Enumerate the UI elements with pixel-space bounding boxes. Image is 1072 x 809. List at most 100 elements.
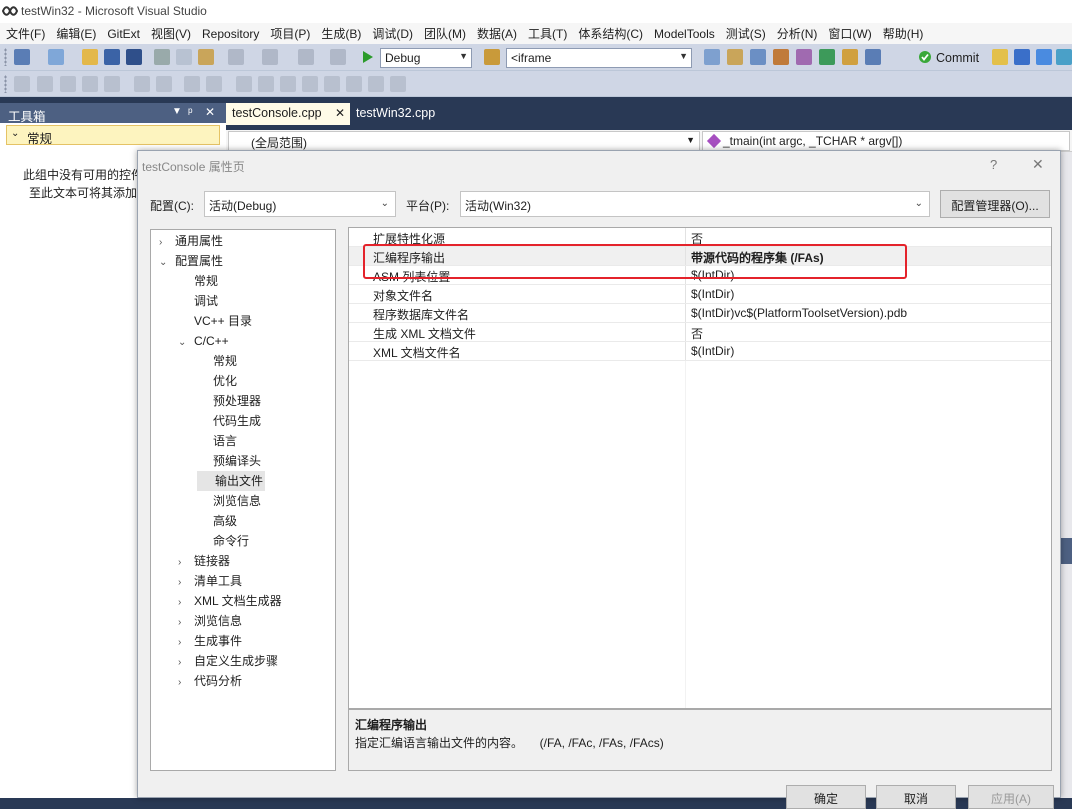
comment-out-icon[interactable] xyxy=(184,76,200,92)
chevron-right-icon[interactable]: › xyxy=(178,613,190,633)
menu-item[interactable]: 调试(D) xyxy=(366,25,418,42)
tree-node[interactable]: 预编译头 xyxy=(197,451,261,471)
toolbox-group-general[interactable]: ⌄ 常规 xyxy=(6,125,220,146)
menu-item[interactable]: ModelTools xyxy=(648,27,720,41)
commit-button[interactable]: Commit xyxy=(936,51,979,65)
decrease-indent-icon[interactable] xyxy=(104,76,120,92)
uncomment-icon[interactable] xyxy=(206,76,222,92)
menu-item[interactable]: Repository xyxy=(196,27,264,41)
window-position-icon[interactable]: ▼ xyxy=(172,106,182,117)
menu-item[interactable]: 工具(T) xyxy=(522,25,572,42)
add-item-icon[interactable] xyxy=(48,49,64,65)
tree-node[interactable]: › XML 文档生成器 xyxy=(178,591,282,611)
close-tab-icon[interactable]: ✕ xyxy=(335,106,345,120)
tree-node[interactable]: › 代码分析 xyxy=(178,671,242,691)
toggle-bookmark-icon[interactable] xyxy=(236,76,252,92)
open-file-icon[interactable] xyxy=(82,49,98,65)
extension-manager-icon[interactable] xyxy=(842,49,858,65)
navigate-forward-icon[interactable] xyxy=(330,49,346,65)
navigate-back-icon[interactable] xyxy=(298,49,314,65)
properties-window-icon[interactable] xyxy=(727,49,743,65)
new-project-icon[interactable] xyxy=(14,49,30,65)
apply-button[interactable]: 应用(A) xyxy=(968,785,1054,809)
save-icon[interactable] xyxy=(104,49,120,65)
menu-item[interactable]: GitExt xyxy=(101,27,145,41)
previous-bookmark-document-icon[interactable] xyxy=(346,76,362,92)
menu-item[interactable]: 文件(F) xyxy=(0,25,50,42)
object-browser-icon[interactable] xyxy=(750,49,766,65)
pin-icon[interactable]: ᵖ xyxy=(188,105,193,119)
toolbox-icon[interactable] xyxy=(773,49,789,65)
tree-node[interactable]: 命令行 xyxy=(197,531,249,551)
start-page-icon[interactable] xyxy=(819,49,835,65)
menu-item[interactable]: 视图(V) xyxy=(145,25,196,42)
chevron-right-icon[interactable]: › xyxy=(178,593,190,613)
menu-item[interactable]: 项目(P) xyxy=(264,25,315,42)
tree-node[interactable]: 高级 xyxy=(197,511,237,531)
property-row[interactable]: 对象文件名 $(IntDir) xyxy=(349,285,1051,304)
dialog-close-button[interactable]: ✕ xyxy=(1032,156,1044,173)
solution-config-combo[interactable]: Debug ▼ xyxy=(380,48,472,68)
outdent-icon[interactable] xyxy=(156,76,172,92)
copy-icon[interactable] xyxy=(176,49,192,65)
tree-node[interactable]: › 清单工具 xyxy=(178,571,242,591)
display-parameter-info-icon[interactable] xyxy=(37,76,53,92)
chevron-down-icon[interactable]: ⌄ xyxy=(178,333,190,353)
cancel-button[interactable]: 取消 xyxy=(876,785,956,809)
tree-node[interactable]: 浏览信息 xyxy=(197,491,261,511)
menu-item[interactable]: 测试(S) xyxy=(720,25,771,42)
undo-icon[interactable] xyxy=(228,49,244,65)
property-row[interactable]: 生成 XML 文档文件 否 xyxy=(349,323,1051,342)
tree-node[interactable]: ⌄ C/C++ xyxy=(178,331,229,351)
display-object-member-list-icon[interactable] xyxy=(14,76,30,92)
tree-node[interactable]: 常规 xyxy=(197,351,237,371)
chevron-right-icon[interactable]: › xyxy=(178,573,190,593)
menu-item[interactable]: 生成(B) xyxy=(315,25,366,42)
team-explorer-icon[interactable] xyxy=(796,49,812,65)
menu-item[interactable]: 分析(N) xyxy=(771,25,823,42)
next-bookmark-folder-icon[interactable] xyxy=(324,76,340,92)
tree-node[interactable]: 输出文件 xyxy=(197,471,266,491)
tree-node[interactable]: ⌄ 配置属性 xyxy=(159,251,223,271)
close-icon[interactable]: ✕ xyxy=(205,105,215,119)
chevron-right-icon[interactable]: › xyxy=(178,653,190,673)
paste-icon[interactable] xyxy=(198,49,214,65)
grid-column-divider[interactable] xyxy=(685,361,686,708)
menu-item[interactable]: 帮助(H) xyxy=(877,25,929,42)
find-combo[interactable]: <iframe ▼ xyxy=(506,48,692,68)
menu-item[interactable]: 数据(A) xyxy=(471,25,522,42)
tab-testwin32-cpp[interactable]: testWin32.cpp xyxy=(350,103,450,125)
tree-node[interactable]: › 自定义生成步骤 xyxy=(178,651,278,671)
solution-explorer-icon[interactable] xyxy=(704,49,720,65)
start-debugging-icon[interactable] xyxy=(362,50,374,64)
push-up-arrow-icon[interactable] xyxy=(1036,49,1052,65)
chevron-right-icon[interactable]: › xyxy=(178,633,190,653)
tree-node[interactable]: › 浏览信息 xyxy=(178,611,242,631)
toolbar-grip[interactable] xyxy=(4,48,7,66)
config-manager-button[interactable]: 配置管理器(O)... xyxy=(940,190,1050,218)
tree-node[interactable]: 代码生成 xyxy=(197,411,261,431)
tree-node[interactable]: VC++ 目录 xyxy=(178,311,252,331)
help-button[interactable]: ? xyxy=(990,157,997,172)
command-window-icon[interactable] xyxy=(865,49,881,65)
config-dropdown[interactable]: 活动(Debug) ⌄ xyxy=(204,191,396,217)
chevron-right-icon[interactable]: › xyxy=(178,553,190,573)
previous-bookmark-folder-icon[interactable] xyxy=(302,76,318,92)
settings-icon[interactable] xyxy=(1056,49,1072,65)
find-in-files-icon[interactable] xyxy=(484,49,500,65)
tree-node[interactable]: › 生成事件 xyxy=(178,631,242,651)
chevron-down-icon[interactable]: ⌄ xyxy=(159,253,171,273)
property-row[interactable]: XML 文档文件名 $(IntDir) xyxy=(349,342,1051,361)
scope-dropdown[interactable]: (全局范围) ▼ xyxy=(228,131,700,151)
folder-icon[interactable] xyxy=(992,49,1008,65)
save-all-icon[interactable] xyxy=(126,49,142,65)
tree-node[interactable]: 调试 xyxy=(178,291,218,311)
complete-word-icon[interactable] xyxy=(82,76,98,92)
tree-node[interactable]: › 链接器 xyxy=(178,551,230,571)
menu-item[interactable]: 团队(M) xyxy=(418,25,471,42)
menu-item[interactable]: 体系结构(C) xyxy=(572,25,648,42)
previous-bookmark-icon[interactable] xyxy=(258,76,274,92)
next-bookmark-icon[interactable] xyxy=(280,76,296,92)
function-dropdown[interactable]: _tmain(int argc, _TCHAR * argv[]) xyxy=(702,131,1070,151)
tree-node[interactable]: 常规 xyxy=(178,271,218,291)
